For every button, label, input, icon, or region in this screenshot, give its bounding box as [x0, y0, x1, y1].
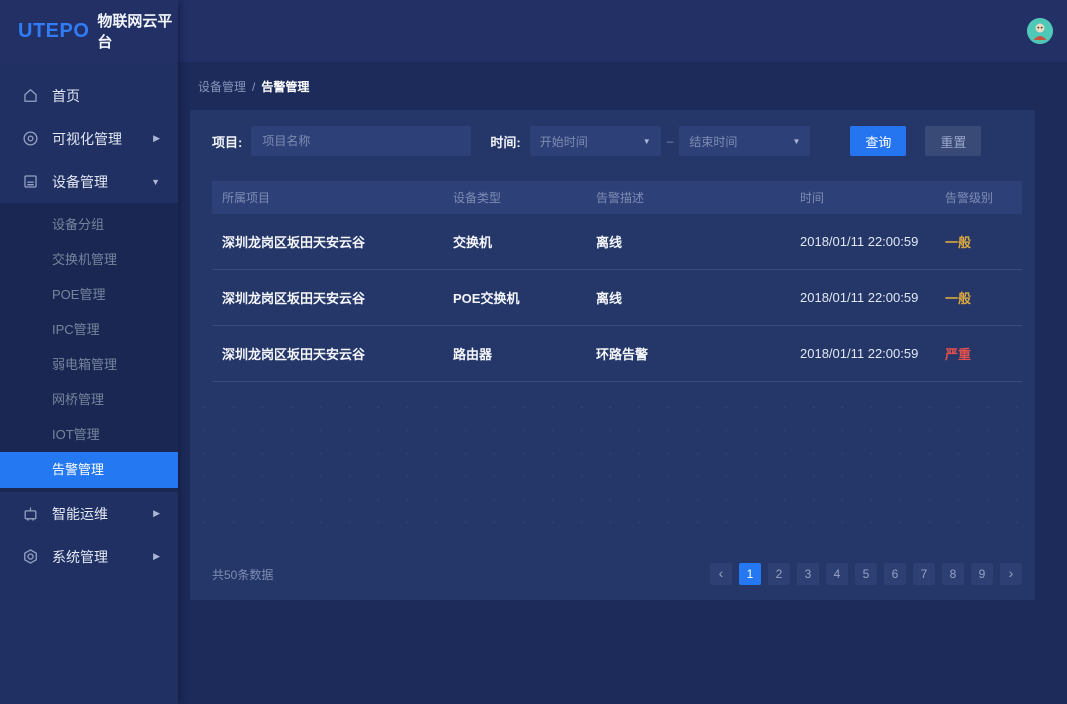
filter-bar: 项目: 时间: 开始时间 ▼ – 结束时间 ▼ 查询 重置	[190, 110, 1035, 156]
start-time-select[interactable]: 开始时间 ▼	[530, 126, 661, 156]
chevron-right-icon: ▶	[153, 133, 160, 144]
submenu-item-poe-management[interactable]: POE管理	[0, 277, 178, 312]
ops-robot-icon	[22, 505, 39, 522]
pagination-page-4[interactable]: 4	[826, 563, 848, 585]
breadcrumb-parent[interactable]: 设备管理	[198, 78, 246, 95]
pagination-page-5[interactable]: 5	[855, 563, 877, 585]
breadcrumb-separator: /	[252, 80, 255, 94]
submenu-item-ipc-management[interactable]: IPC管理	[0, 312, 178, 347]
cell-description: 环路告警	[586, 344, 790, 363]
main-content: 设备管理 / 告警管理 项目: 时间: 开始时间 ▼ – 结束时间 ▼ 查询 重…	[178, 62, 1067, 704]
pagination-page-2[interactable]: 2	[768, 563, 790, 585]
submenu-item-weak-box-management[interactable]: 弱电箱管理	[0, 347, 178, 382]
cell-device-type: POE交换机	[443, 288, 586, 307]
col-header-device-type: 设备类型	[443, 189, 586, 206]
col-header-time: 时间	[790, 189, 935, 206]
table-row: 深圳龙岗区坂田天安云谷 路由器 环路告警 2018/01/11 22:00:59…	[212, 326, 1022, 382]
submenu-item-bridge-management[interactable]: 网桥管理	[0, 382, 178, 417]
sidebar-item-home[interactable]: 首页	[0, 74, 178, 117]
cell-project: 深圳龙岗区坂田天安云谷	[212, 232, 443, 251]
cell-alarm-level: 严重	[935, 344, 1022, 363]
breadcrumb-current: 告警管理	[261, 78, 309, 95]
table-row: 深圳龙岗区坂田天安云谷 POE交换机 离线 2018/01/11 22:00:5…	[212, 270, 1022, 326]
submenu-item-switch-management[interactable]: 交换机管理	[0, 242, 178, 277]
project-name-input[interactable]	[251, 126, 471, 156]
col-header-project: 所属项目	[212, 189, 443, 206]
pagination-next-icon[interactable]: ›	[1000, 563, 1022, 585]
pagination-page-9[interactable]: 9	[971, 563, 993, 585]
sidebar-item-device-management[interactable]: 设备管理 ▼	[0, 160, 178, 203]
sidebar: UTEPO 物联网云平台 首页 可视化管理 ▶ 设备管理 ▼	[0, 0, 178, 704]
brand-logo-text: UTEPO	[18, 20, 89, 43]
cell-time: 2018/01/11 22:00:59	[790, 234, 935, 249]
table-footer: 共50条数据 ‹ 1 2 3 4 5 6 7 8 9 ›	[212, 562, 1022, 586]
total-count-text: 共50条数据	[212, 566, 273, 583]
cell-description: 离线	[586, 288, 790, 307]
pagination-page-8[interactable]: 8	[942, 563, 964, 585]
cell-device-type: 交换机	[443, 232, 586, 251]
cell-device-type: 路由器	[443, 344, 586, 363]
user-avatar[interactable]	[1027, 18, 1053, 44]
chevron-right-icon: ▶	[153, 551, 160, 562]
table-row: 深圳龙岗区坂田天安云谷 交换机 离线 2018/01/11 22:00:59 一…	[212, 214, 1022, 270]
submenu-item-iot-management[interactable]: IOT管理	[0, 417, 178, 452]
time-range-dash: –	[667, 134, 674, 148]
search-button[interactable]: 查询	[850, 126, 906, 156]
sidebar-item-label: 首页	[52, 86, 80, 106]
home-icon	[22, 87, 39, 104]
submenu-item-alarm-management[interactable]: 告警管理	[0, 452, 178, 488]
brand-product-name: 物联网云平台	[97, 10, 178, 52]
brand-logo: UTEPO 物联网云平台	[0, 0, 178, 62]
cell-alarm-level: 一般	[935, 232, 1022, 251]
chevron-right-icon: ▶	[153, 508, 160, 519]
pagination-page-6[interactable]: 6	[884, 563, 906, 585]
cell-project: 深圳龙岗区坂田天安云谷	[212, 344, 443, 363]
sidebar-item-label: 智能运维	[52, 504, 108, 524]
cell-project: 深圳龙岗区坂田天安云谷	[212, 288, 443, 307]
chevron-down-icon: ▼	[151, 177, 160, 187]
end-time-placeholder: 结束时间	[689, 133, 737, 150]
system-gear-icon	[22, 548, 39, 565]
cell-time: 2018/01/11 22:00:59	[790, 346, 935, 361]
pagination-page-7[interactable]: 7	[913, 563, 935, 585]
time-filter-label: 时间:	[490, 132, 520, 151]
dropdown-caret-icon: ▼	[792, 137, 800, 146]
sidebar-item-label: 设备管理	[52, 172, 108, 192]
pagination-page-1[interactable]: 1	[739, 563, 761, 585]
end-time-select[interactable]: 结束时间 ▼	[679, 126, 810, 156]
avatar-character-icon	[1027, 18, 1053, 44]
alarm-management-panel: 项目: 时间: 开始时间 ▼ – 结束时间 ▼ 查询 重置 所属项目 设备类型 …	[190, 110, 1035, 600]
start-time-placeholder: 开始时间	[540, 133, 588, 150]
cell-alarm-level: 一般	[935, 288, 1022, 307]
col-header-level: 告警级别	[935, 189, 1022, 206]
pagination: ‹ 1 2 3 4 5 6 7 8 9 ›	[710, 563, 1022, 585]
sidebar-item-visualization[interactable]: 可视化管理 ▶	[0, 117, 178, 160]
project-filter-label: 项目:	[212, 132, 242, 151]
cell-time: 2018/01/11 22:00:59	[790, 290, 935, 305]
dropdown-caret-icon: ▼	[643, 137, 651, 146]
reset-button[interactable]: 重置	[925, 126, 981, 156]
pagination-prev-icon[interactable]: ‹	[710, 563, 732, 585]
col-header-description: 告警描述	[586, 189, 790, 206]
sidebar-item-label: 系统管理	[52, 547, 108, 567]
submenu-item-device-group[interactable]: 设备分组	[0, 207, 178, 242]
breadcrumb: 设备管理 / 告警管理	[178, 62, 1067, 95]
visualization-icon	[22, 130, 39, 147]
pagination-page-3[interactable]: 3	[797, 563, 819, 585]
sidebar-item-intelligent-ops[interactable]: 智能运维 ▶	[0, 492, 178, 535]
table-header-row: 所属项目 设备类型 告警描述 时间 告警级别	[212, 181, 1022, 214]
cell-description: 离线	[586, 232, 790, 251]
alarm-table: 所属项目 设备类型 告警描述 时间 告警级别 深圳龙岗区坂田天安云谷 交换机 离…	[212, 181, 1022, 382]
device-management-submenu: 设备分组 交换机管理 POE管理 IPC管理 弱电箱管理 网桥管理 IOT管理 …	[0, 203, 178, 492]
sidebar-item-system-management[interactable]: 系统管理 ▶	[0, 535, 178, 578]
sidebar-item-label: 可视化管理	[52, 129, 122, 149]
device-icon	[22, 173, 39, 190]
